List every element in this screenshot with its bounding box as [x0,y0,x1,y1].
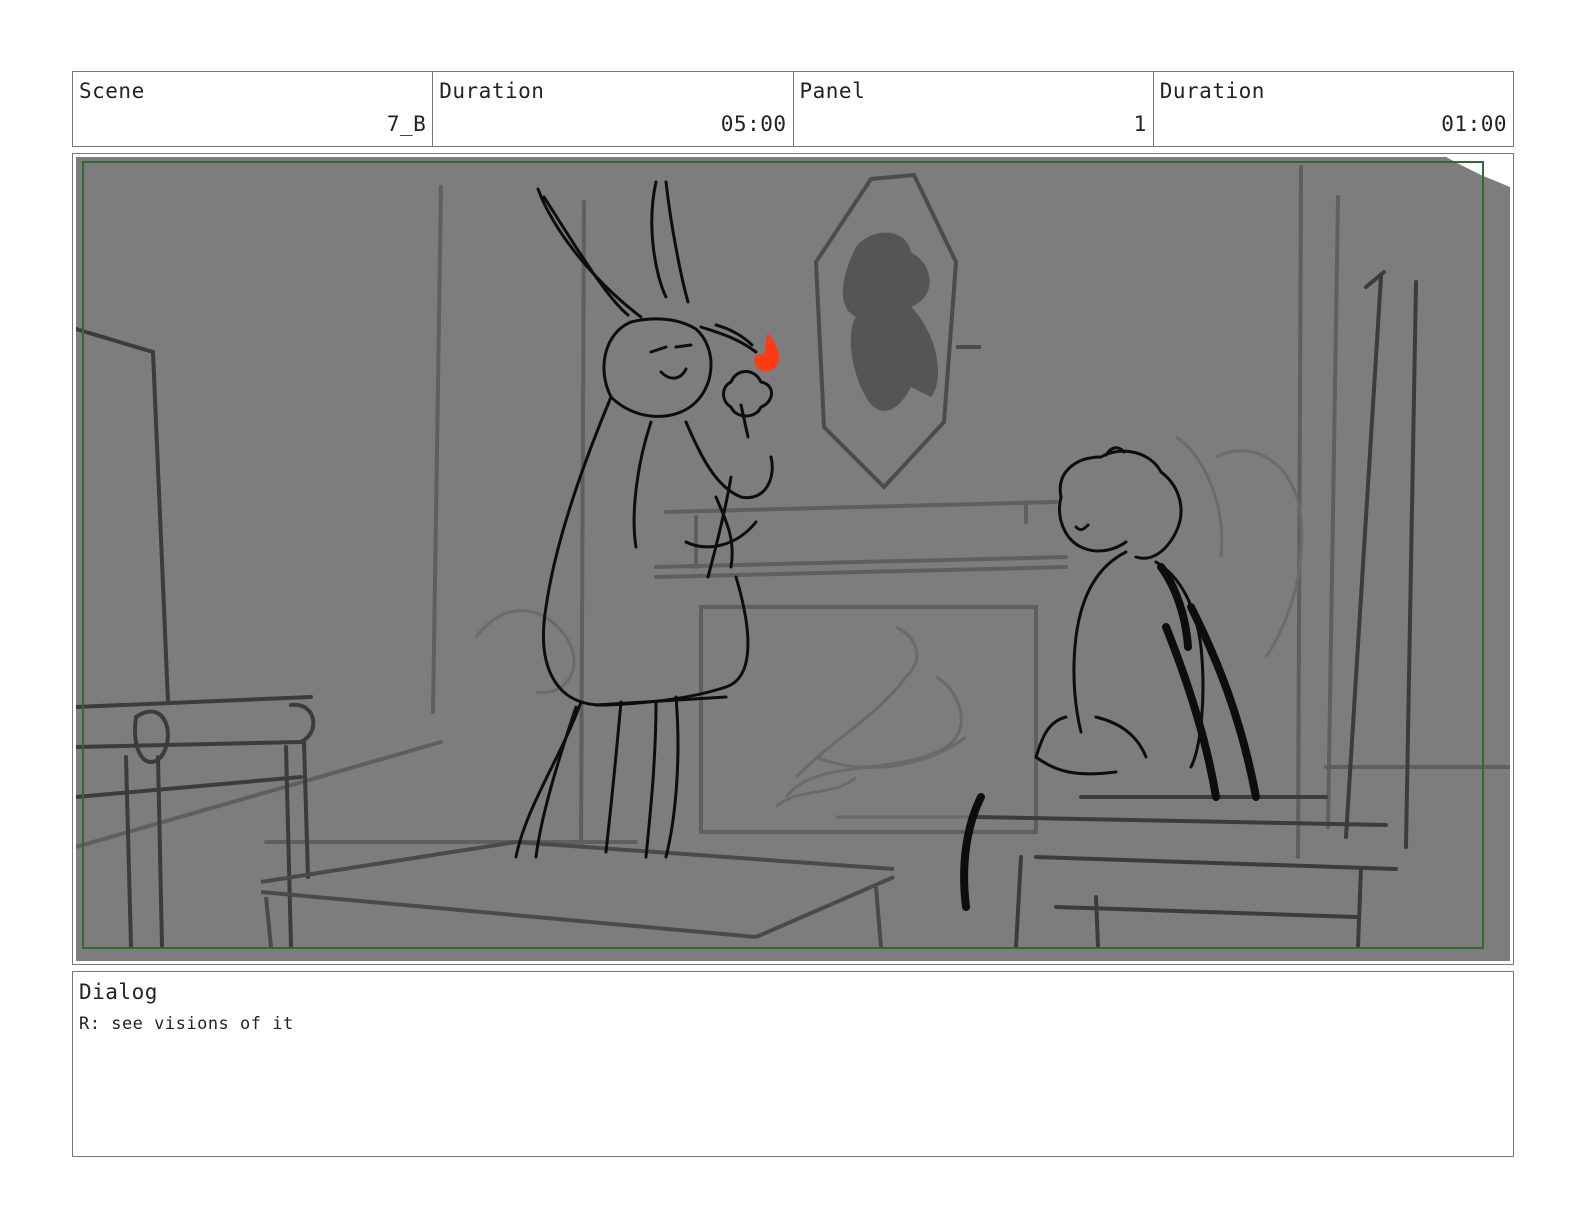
dialog-label: Dialog [79,980,158,1004]
panel-duration-value: 01:00 [1441,112,1507,136]
dialog-box: Dialog R: see visions of it [72,971,1514,1157]
panel-duration-label: Duration [1159,79,1265,103]
scene-value: 7_B [386,112,427,136]
dialog-text: R: see visions of it [79,1014,294,1034]
scene-cell: Scene 7_B [73,72,434,146]
scene-duration-cell: Duration 05:00 [433,72,794,146]
panel-duration-cell: Duration 01:00 [1154,72,1513,146]
scene-duration-value: 05:00 [720,112,787,136]
scene-label: Scene [79,79,145,103]
panel-cell: Panel 1 [794,72,1154,146]
panel-value: 1 [1133,112,1147,136]
storyboard-panel [72,153,1514,965]
storyboard-header: Scene 7_B Duration 05:00 Panel 1 Duratio… [72,71,1514,147]
storyboard-sketch [76,157,1510,961]
scene-duration-label: Duration [439,79,545,103]
panel-label: Panel [799,79,866,103]
